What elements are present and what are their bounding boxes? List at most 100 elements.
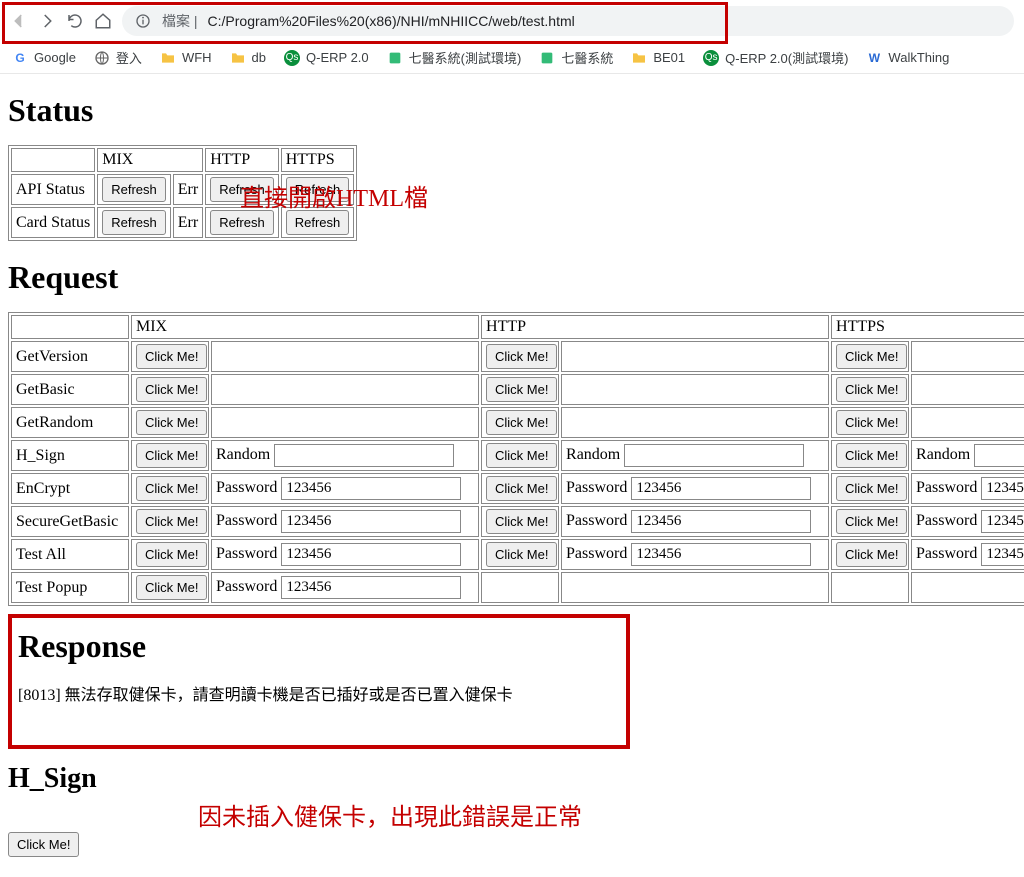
folder-icon (631, 50, 647, 66)
random-input[interactable] (274, 444, 454, 467)
clickme-button[interactable]: Click Me! (486, 443, 557, 468)
q7-icon (387, 50, 403, 66)
clickme-button[interactable]: Click Me! (836, 344, 907, 369)
request-field-cell: Password (911, 473, 1024, 504)
field-label: Password (566, 479, 627, 496)
password-input[interactable] (981, 477, 1024, 500)
clickme-button[interactable]: Click Me! (486, 410, 557, 435)
field-label: Random (216, 446, 270, 463)
clickme-button[interactable]: Click Me! (136, 410, 207, 435)
clickme-button[interactable]: Click Me! (836, 509, 907, 534)
address-bar[interactable]: 檔案 | C:/Program%20Files%20(x86)/NHI/mNHI… (122, 6, 1014, 36)
clickme-button[interactable]: Click Me! (136, 476, 207, 501)
forward-icon[interactable] (38, 12, 56, 30)
bookmark-label: WalkThing (888, 50, 949, 65)
clickme-button[interactable]: Click Me! (486, 509, 557, 534)
bookmark-label: Q-ERP 2.0(測試環境) (725, 48, 848, 67)
bookmark-item[interactable]: QsQ-ERP 2.0 (284, 50, 369, 66)
bookmark-label: WFH (182, 50, 212, 65)
clickme-button[interactable]: Click Me! (836, 410, 907, 435)
clickme-button[interactable]: Click Me! (136, 443, 207, 468)
bookmark-item[interactable]: WWalkThing (866, 50, 949, 66)
password-input[interactable] (281, 576, 461, 599)
folder-icon (160, 50, 176, 66)
clickme-button[interactable]: Click Me! (136, 509, 207, 534)
clickme-button[interactable]: Click Me! (486, 542, 557, 567)
bookmark-item[interactable]: BE01 (631, 50, 685, 66)
request-field-cell: Password (211, 506, 479, 537)
random-input[interactable] (624, 444, 804, 467)
bookmark-label: BE01 (653, 50, 685, 65)
heading-request: Request (8, 259, 1016, 296)
request-row-name: Test Popup (11, 572, 129, 603)
request-empty-cell (561, 407, 829, 438)
password-input[interactable] (281, 477, 461, 500)
q7-icon (539, 50, 555, 66)
refresh-button[interactable]: Refresh (102, 210, 166, 235)
clickme-button[interactable]: Click Me! (136, 377, 207, 402)
password-input[interactable] (631, 510, 811, 533)
password-input[interactable] (981, 543, 1024, 566)
bookmark-item[interactable]: db (230, 50, 266, 66)
request-empty-cell (561, 572, 829, 603)
field-label: Password (216, 512, 277, 529)
response-box: Response [8013] 無法存取健保卡，請查明讀卡機是否已插好或是否已置… (8, 614, 630, 749)
clickme-button[interactable]: Click Me! (836, 542, 907, 567)
status-row-label: Card Status (11, 207, 95, 238)
bookmark-item[interactable]: Qs Q-ERP 2.0(測試環境) (703, 48, 848, 67)
request-row: Test PopupClick Me!Password (11, 572, 1024, 603)
qs-icon: Qs (703, 50, 719, 66)
password-input[interactable] (631, 543, 811, 566)
bookmark-label: 七醫系統 (561, 48, 613, 67)
back-icon[interactable] (10, 12, 28, 30)
request-field-cell: Password (211, 539, 479, 570)
hsign-clickme-button[interactable]: Click Me! (8, 832, 79, 857)
status-row-label: API Status (11, 174, 95, 205)
clickme-button[interactable]: Click Me! (136, 344, 207, 369)
field-label: Password (916, 512, 977, 529)
password-input[interactable] (281, 543, 461, 566)
request-field-cell: Password (911, 506, 1024, 537)
password-input[interactable] (281, 510, 461, 533)
request-row-name: Test All (11, 539, 129, 570)
bookmark-item[interactable]: 登入 (94, 48, 142, 67)
field-label: Random (916, 446, 970, 463)
field-label: Password (916, 545, 977, 562)
clickme-button[interactable]: Click Me! (836, 377, 907, 402)
request-empty-cell (911, 374, 1024, 405)
request-header-http: HTTP (481, 315, 829, 339)
field-label: Password (566, 545, 627, 562)
clickme-button[interactable]: Click Me! (486, 377, 557, 402)
password-input[interactable] (981, 510, 1024, 533)
bookmark-item[interactable]: 七醫系統(測試環境) (387, 48, 522, 67)
clickme-button[interactable]: Click Me! (486, 476, 557, 501)
field-label: Password (216, 545, 277, 562)
bookmark-label: Google (34, 50, 76, 65)
g-icon: G (12, 50, 28, 66)
clickme-button[interactable]: Click Me! (836, 476, 907, 501)
request-row: GetVersionClick Me!Click Me!Click Me! (11, 341, 1024, 372)
password-input[interactable] (631, 477, 811, 500)
status-header-mix: MIX (97, 148, 203, 172)
clickme-button[interactable]: Click Me! (136, 542, 207, 567)
refresh-button[interactable]: Refresh (286, 210, 350, 235)
home-icon[interactable] (94, 12, 112, 30)
random-input[interactable] (974, 444, 1024, 467)
refresh-button[interactable]: Refresh (210, 210, 274, 235)
clickme-button[interactable]: Click Me! (486, 344, 557, 369)
folder-icon (230, 50, 246, 66)
request-row-name: H_Sign (11, 440, 129, 471)
refresh-button[interactable]: Refresh (102, 177, 166, 202)
request-field-cell: Password (561, 473, 829, 504)
clickme-button[interactable]: Click Me! (136, 575, 207, 600)
request-empty-cell (911, 572, 1024, 603)
globe-icon (94, 50, 110, 66)
bookmarks-bar: G Google 登入 WFH db QsQ-ERP 2.0 七醫系統(測試環境) 七醫系統 B… (0, 42, 1024, 74)
bookmark-item[interactable]: 七醫系統 (539, 48, 613, 67)
bookmark-item[interactable]: WFH (160, 50, 212, 66)
bookmark-item[interactable]: G Google (12, 50, 76, 66)
heading-status: Status (8, 92, 1016, 129)
reload-icon[interactable] (66, 12, 84, 30)
request-row: Test All Click Me! Password Click Me! Passwo… (11, 539, 1024, 570)
clickme-button[interactable]: Click Me! (836, 443, 907, 468)
